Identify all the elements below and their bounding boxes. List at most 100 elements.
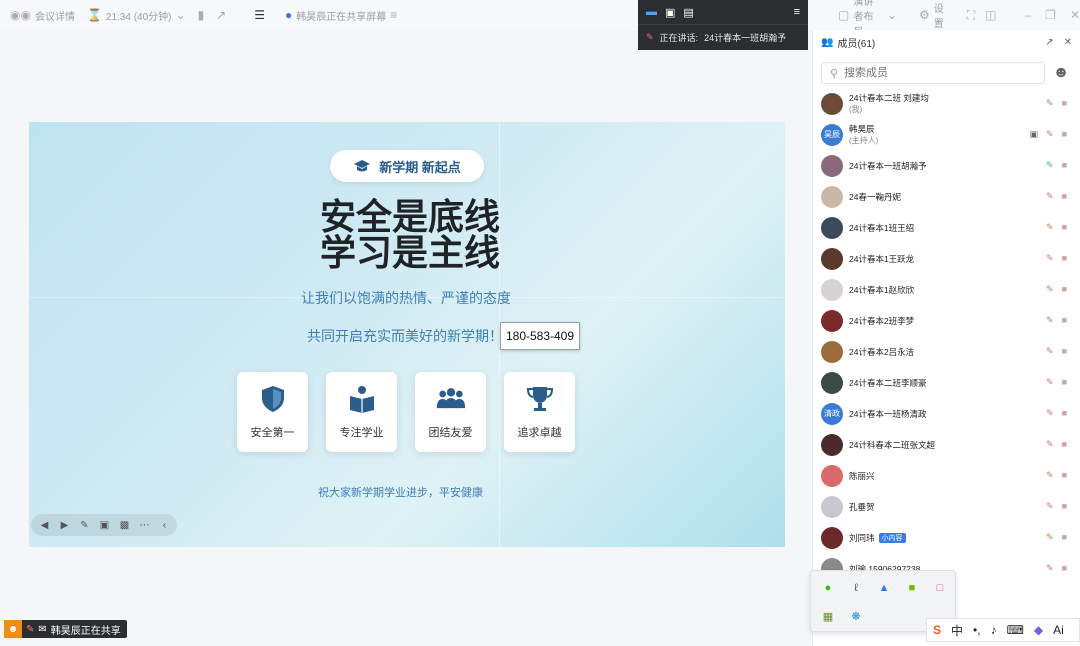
- prev-icon[interactable]: ◀: [39, 520, 50, 531]
- camera-off-icon[interactable]: ■: [1062, 470, 1067, 481]
- avatar: [821, 278, 843, 301]
- mic-muted-icon[interactable]: ✎: [1046, 408, 1054, 419]
- mic-on-icon[interactable]: ✎: [1046, 160, 1054, 171]
- mic-muted-icon: ✎: [646, 32, 654, 42]
- camera-off-icon[interactable]: ■: [1062, 346, 1067, 357]
- mic-muted-icon[interactable]: ✎: [1046, 470, 1054, 481]
- invite-button[interactable]: ☻: [1049, 62, 1073, 84]
- tencent-meeting-icon[interactable]: ▲: [870, 574, 898, 602]
- settings-button[interactable]: ⚙ 设置: [919, 0, 945, 30]
- member-row[interactable]: 24计科春本二班张文超 ✎ ■: [813, 429, 1080, 460]
- close-panel-icon[interactable]: ✕: [1064, 37, 1072, 48]
- card-safety: 安全第一: [237, 372, 308, 452]
- slide-pill-label: 新学期 新起点: [379, 159, 461, 175]
- view-mode-2-icon[interactable]: ▣: [665, 6, 675, 19]
- wechat-icon[interactable]: ●: [814, 574, 842, 602]
- member-status-icons: ✎ ■: [1046, 377, 1067, 388]
- camera-off-icon[interactable]: ■: [1062, 253, 1067, 264]
- view-mode-3-icon[interactable]: ▤: [683, 6, 693, 19]
- camera-off-icon[interactable]: ■: [1062, 377, 1067, 388]
- member-row[interactable]: 清政 24计春本一班杨清政 ✎ ■: [813, 398, 1080, 429]
- slide-footer: 祝大家新学期学业进步，平安健康: [318, 487, 483, 499]
- member-row[interactable]: 24计春本1赵欣欣 ✎ ■: [813, 274, 1080, 305]
- ime-ai[interactable]: Ai: [1053, 623, 1064, 637]
- camera-off-icon[interactable]: ■: [1062, 563, 1067, 574]
- tray-app-icon[interactable]: ℓ: [842, 574, 870, 602]
- camera-off-icon[interactable]: ■: [1062, 191, 1067, 202]
- camera-icon[interactable]: ▩: [119, 520, 130, 531]
- camera-off-icon[interactable]: ■: [1062, 532, 1067, 543]
- member-row[interactable]: 24计春本二班 刘建均 (我) ✎ ■: [813, 88, 1080, 119]
- mic-muted-icon[interactable]: ✎: [1046, 563, 1054, 574]
- sharing-status[interactable]: ● 韩昊辰正在共享屏幕 ≡: [285, 8, 397, 23]
- tray-app-icon[interactable]: □: [926, 574, 954, 602]
- camera-off-icon[interactable]: ■: [1062, 284, 1067, 295]
- camera-off-icon[interactable]: ■: [1062, 408, 1067, 419]
- stats-button[interactable]: ▮: [198, 8, 205, 22]
- camera-off-icon[interactable]: ■: [1062, 315, 1067, 326]
- mic-muted-icon[interactable]: ✎: [1046, 253, 1054, 264]
- pen-icon[interactable]: ✎: [79, 520, 90, 531]
- sogou-icon[interactable]: S: [933, 623, 941, 637]
- mic-muted-icon[interactable]: ✎: [1046, 98, 1054, 109]
- member-row[interactable]: 刘同玮 小内容 ✎ ■: [813, 522, 1080, 553]
- camera-off-icon[interactable]: ■: [1062, 501, 1067, 512]
- member-row[interactable]: 24计春本1班王绍 ✎ ■: [813, 212, 1080, 243]
- mic-muted-icon[interactable]: ✎: [1046, 222, 1054, 233]
- title-bar: ◉◉ 会议详情 ⌛ 21:34 (40分钟) ⌄ ▮ ↗ ☰ ● 韩昊辰正在共享…: [0, 0, 1080, 38]
- member-row[interactable]: 24计春本1王跃龙 ✎ ■: [813, 243, 1080, 274]
- bluetooth-icon[interactable]: ❋: [842, 602, 870, 630]
- screenshot-icon[interactable]: ▣: [99, 520, 110, 531]
- popout-panel-icon[interactable]: ↗: [1045, 37, 1053, 48]
- restore-icon[interactable]: ❐: [1045, 8, 1056, 22]
- meeting-details-button[interactable]: ◉◉ 会议详情: [10, 8, 75, 23]
- nvidia-icon[interactable]: ■: [898, 574, 926, 602]
- microphone-icon[interactable]: ♪: [991, 623, 997, 637]
- mic-muted-icon[interactable]: ✎: [1046, 191, 1054, 202]
- member-row[interactable]: 24春一鞠丹妮 ✎ ■: [813, 181, 1080, 212]
- mic-muted-icon[interactable]: ✎: [1046, 377, 1054, 388]
- next-icon[interactable]: ▶: [59, 520, 70, 531]
- mic-muted-icon[interactable]: ✎: [1046, 501, 1054, 512]
- collapse-toolbar-icon[interactable]: ‹: [159, 520, 170, 531]
- minecraft-icon[interactable]: ▦: [814, 602, 842, 630]
- fullscreen-icon[interactable]: ⛶: [967, 8, 975, 23]
- member-row[interactable]: 陈丽兴 ✎ ■: [813, 460, 1080, 491]
- mic-muted-icon[interactable]: ✎: [1046, 439, 1054, 450]
- camera-off-icon[interactable]: ■: [1062, 160, 1067, 171]
- minimize-icon[interactable]: –: [1024, 8, 1031, 22]
- share-user-icon: ●: [285, 8, 293, 22]
- mic-muted-icon[interactable]: ✎: [1046, 532, 1054, 543]
- avatar: [821, 526, 843, 549]
- collapse-icon[interactable]: ≡: [794, 6, 800, 18]
- skin-icon[interactable]: ◆: [1034, 623, 1043, 637]
- member-row[interactable]: 孔垂贺 ✎ ■: [813, 491, 1080, 522]
- avatar: [821, 495, 843, 518]
- punctuation-icon[interactable]: •,: [973, 623, 981, 637]
- camera-off-icon[interactable]: ■: [1062, 129, 1067, 140]
- member-row[interactable]: 24计春本2吕永洁 ✎ ■: [813, 336, 1080, 367]
- more-icon[interactable]: ⋯: [139, 520, 150, 531]
- sidebar-toggle-icon[interactable]: ◫: [985, 8, 996, 22]
- mic-muted-icon[interactable]: ✎: [1046, 284, 1054, 295]
- camera-off-icon[interactable]: ■: [1062, 439, 1067, 450]
- member-row[interactable]: 昊辰 韩昊辰 (主持人) ▣ ✎ ■: [813, 119, 1080, 150]
- popout-button[interactable]: ↗: [216, 8, 226, 22]
- search-input[interactable]: [844, 67, 1025, 79]
- camera-off-icon[interactable]: ■: [1062, 222, 1067, 233]
- member-row[interactable]: 24计春本二班李顺豪 ✎ ■: [813, 367, 1080, 398]
- keyboard-icon[interactable]: ⌨: [1007, 623, 1024, 637]
- mic-muted-icon[interactable]: ✎: [1046, 129, 1054, 140]
- member-row[interactable]: 24计春本一班胡瀚予 ✎ ■: [813, 150, 1080, 181]
- timer[interactable]: ⌛ 21:34 (40分钟) ⌄: [87, 8, 186, 23]
- mic-muted-icon[interactable]: ✎: [1046, 315, 1054, 326]
- camera-off-icon[interactable]: ■: [1062, 98, 1067, 109]
- member-row[interactable]: 24计春本2班李梦 ✎ ■: [813, 305, 1080, 336]
- speaker-panel: ▬ ▣ ▤ ≡ ✎ 正在讲话: 24计春本一班胡瀚予: [638, 0, 808, 50]
- view-mode-1-icon[interactable]: ▬: [646, 6, 657, 18]
- ime-lang[interactable]: 中: [951, 622, 963, 639]
- mic-muted-icon[interactable]: ✎: [1046, 346, 1054, 357]
- close-icon[interactable]: ✕: [1070, 8, 1080, 22]
- share-indicator[interactable]: ☻ ✎ ✉ 韩昊辰正在共享: [4, 620, 127, 638]
- search-members[interactable]: ⚲: [821, 62, 1045, 84]
